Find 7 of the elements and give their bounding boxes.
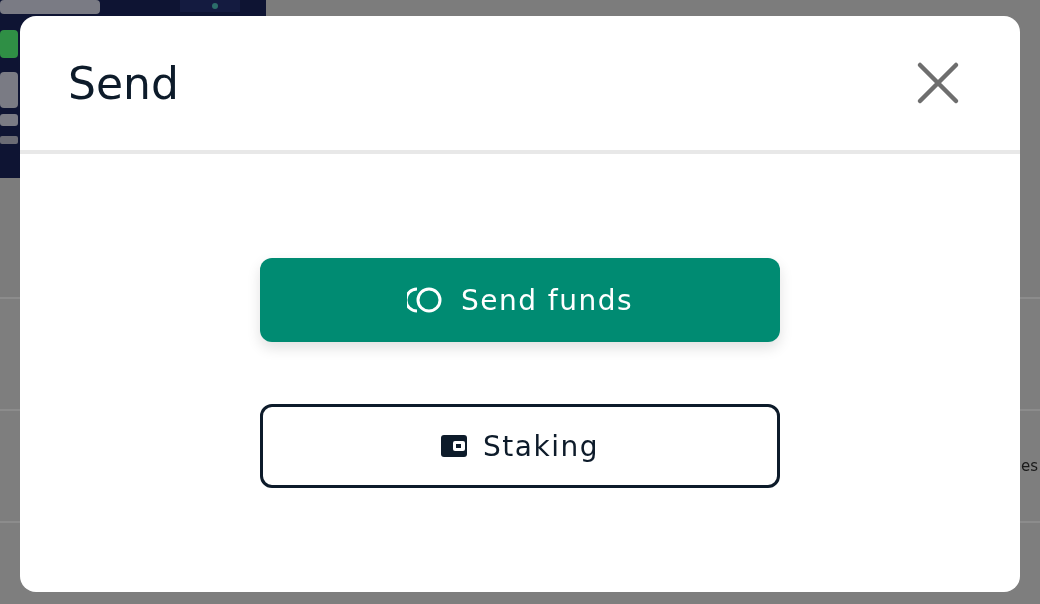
- side-text: es: [1020, 457, 1039, 475]
- wallet-icon: [441, 435, 468, 457]
- close-button[interactable]: [916, 61, 960, 105]
- staking-button[interactable]: Staking: [260, 404, 780, 488]
- close-icon: [916, 61, 960, 105]
- dialog-title: Send: [68, 57, 179, 109]
- send-funds-button[interactable]: Send funds: [260, 258, 780, 342]
